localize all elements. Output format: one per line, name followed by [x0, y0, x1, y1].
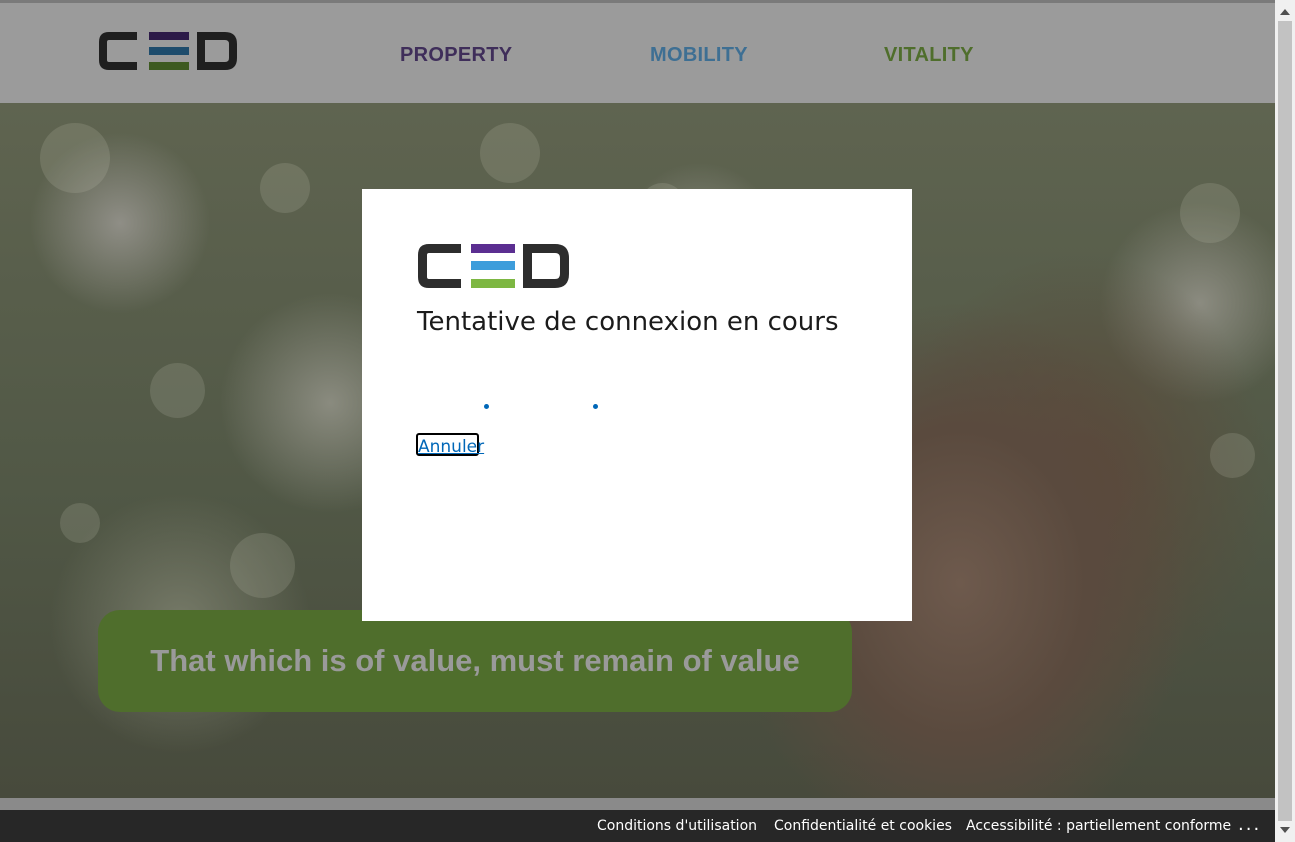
progress-dot [484, 404, 489, 409]
nav-mobility[interactable]: MOBILITY [650, 44, 748, 67]
tagline-text: That which is of value, must remain of v… [150, 643, 800, 678]
page-bottom-strip [0, 798, 1275, 810]
nav-property[interactable]: PROPERTY [400, 44, 512, 67]
scroll-down-arrow-icon[interactable] [1275, 820, 1295, 840]
footer-more-button[interactable]: ... [1238, 814, 1261, 835]
dialog-title: Tentative de connexion en cours [417, 307, 839, 337]
cancel-button[interactable]: Annuler [416, 433, 484, 457]
sign-in-dialog: Tentative de connexion en cours Annuler [362, 189, 912, 621]
scrollbar-thumb[interactable] [1278, 21, 1292, 821]
progress-dot [593, 404, 598, 409]
site-logo[interactable] [97, 30, 239, 72]
footer-bar: Conditions d'utilisation Confidentialité… [0, 810, 1275, 842]
tagline-banner: That which is of value, must remain of v… [98, 610, 852, 712]
footer-link-terms[interactable]: Conditions d'utilisation [597, 818, 757, 834]
dialog-logo [418, 244, 569, 288]
nav-vitality[interactable]: VITALITY [884, 44, 974, 67]
site-header: PROPERTY MOBILITY VITALITY [0, 3, 1275, 103]
footer-link-accessibility[interactable]: Accessibilité : partiellement conforme [966, 818, 1231, 834]
footer-link-privacy[interactable]: Confidentialité et cookies [774, 818, 952, 834]
scroll-up-arrow-icon[interactable] [1275, 2, 1295, 22]
